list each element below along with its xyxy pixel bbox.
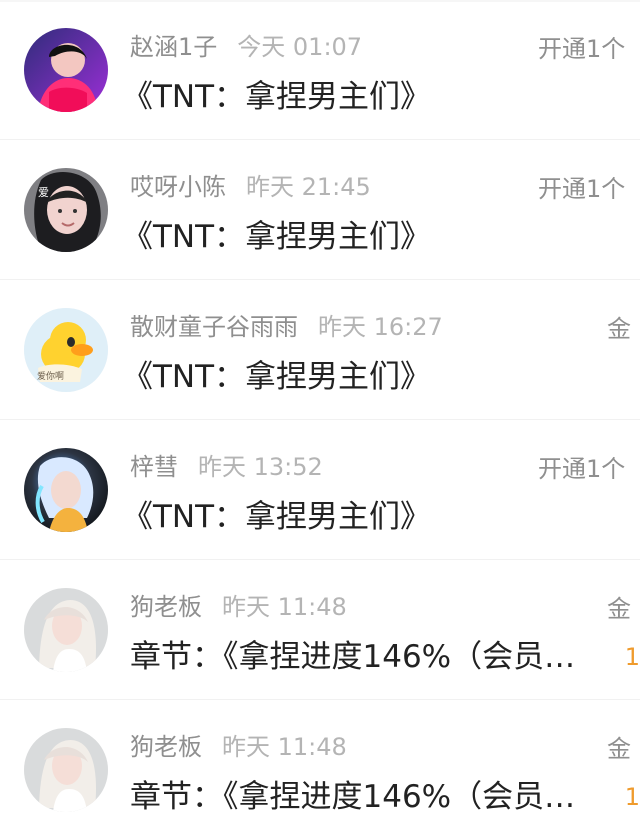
timestamp: 今天 01:07 [237,33,363,61]
right-status: 金 [607,735,631,763]
item-meta: 狗老板 昨天 11:48 [130,590,347,624]
item-title[interactable]: 《TNT：拿捏男主们》 [122,75,592,119]
item-title[interactable]: 章节：《拿捏进度146%（会员… [130,775,600,819]
user-name[interactable]: 赵涵1子 [130,33,217,61]
avatar[interactable] [24,448,108,532]
avatar[interactable]: 爱你啊 [24,308,108,392]
svg-text:爱: 爱 [38,186,49,199]
list-item[interactable]: 赵涵1子 今天 01:07 开通1个 《TNT：拿捏男主们》 [0,0,640,140]
timestamp: 昨天 13:52 [198,453,323,481]
user-name[interactable]: 梓彗 [130,453,178,481]
amount-fragment: 1 [624,643,640,671]
avatar-icon [24,448,108,532]
list-item[interactable]: 爱你啊 散财童子谷雨雨 昨天 16:27 金 《TNT：拿捏男主们》 [0,280,640,420]
avatar[interactable]: 爱 [24,168,108,252]
timestamp: 昨天 21:45 [246,173,371,201]
list-item[interactable]: 梓彗 昨天 13:52 开通1个 《TNT：拿捏男主们》 [0,420,640,560]
item-title[interactable]: 《TNT：拿捏男主们》 [122,215,592,259]
purchase-feed: 赵涵1子 今天 01:07 开通1个 《TNT：拿捏男主们》 爱 哎呀小陈 昨天 2… [0,0,640,825]
item-meta: 狗老板 昨天 11:48 [130,730,347,764]
item-meta: 赵涵1子 今天 01:07 [130,30,362,64]
avatar-icon: 爱你啊 [24,308,108,392]
timestamp: 昨天 16:27 [318,313,443,341]
list-item[interactable]: 狗老板 昨天 11:48 金 章节：《拿捏进度146%（会员… 1 [0,700,640,825]
user-name[interactable]: 狗老板 [130,593,202,621]
item-meta: 哎呀小陈 昨天 21:45 [130,170,371,204]
avatar[interactable] [24,588,108,672]
avatar[interactable] [24,28,108,112]
user-name[interactable]: 哎呀小陈 [130,173,226,201]
item-meta: 梓彗 昨天 13:52 [130,450,323,484]
avatar-icon: 爱 [24,168,108,252]
list-item[interactable]: 爱 哎呀小陈 昨天 21:45 开通1个 《TNT：拿捏男主们》 [0,140,640,280]
svg-text:爱你啊: 爱你啊 [37,370,64,382]
timestamp: 昨天 11:48 [222,733,347,761]
item-meta: 散财童子谷雨雨 昨天 16:27 [130,310,443,344]
avatar-icon [24,28,108,112]
item-title[interactable]: 《TNT：拿捏男主们》 [122,495,592,539]
right-status: 开通1个 [538,175,626,203]
item-title[interactable]: 章节：《拿捏进度146%（会员… [130,635,600,679]
right-status: 开通1个 [538,455,626,483]
amount-fragment: 1 [624,783,640,811]
avatar-icon [24,728,108,812]
list-item[interactable]: 狗老板 昨天 11:48 金 章节：《拿捏进度146%（会员… 1 [0,560,640,700]
timestamp: 昨天 11:48 [222,593,347,621]
user-name[interactable]: 散财童子谷雨雨 [130,313,298,341]
avatar[interactable] [24,728,108,812]
item-title[interactable]: 《TNT：拿捏男主们》 [122,355,592,399]
avatar-icon [24,588,108,672]
right-status: 金 [607,595,631,623]
right-status: 金 [607,315,631,343]
right-status: 开通1个 [538,35,626,63]
user-name[interactable]: 狗老板 [130,733,202,761]
